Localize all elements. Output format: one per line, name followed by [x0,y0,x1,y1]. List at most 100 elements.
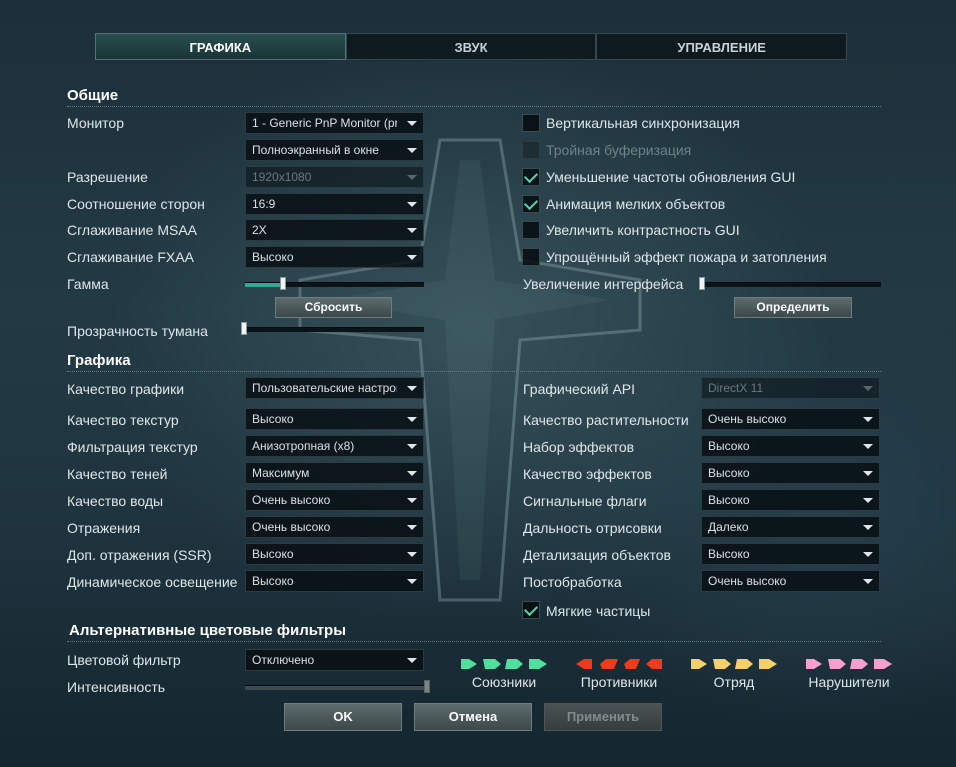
setting-dropdown[interactable]: DirectX 11 [701,377,880,399]
setting-label: Фильтрация текстур [67,439,198,455]
legend-item: Нарушители [794,658,904,690]
setting-dropdown[interactable]: Анизотропная (x8) [245,435,424,457]
intensity-slider-handle[interactable] [424,680,430,693]
chevron-down-icon [863,498,873,503]
section-divider [67,106,881,107]
setting-dropdown[interactable]: Очень высоко [245,489,424,511]
tab-graphics[interactable]: ГРАФИКА [95,33,346,60]
legend-item: Отряд [679,658,789,690]
apply-button[interactable]: Применить [544,703,662,731]
checkmark-icon [523,168,539,184]
setting-label: Динамическое освещение [67,574,238,590]
setting-label: Дальность отрисовки [523,520,662,536]
window-mode-value: Полноэкранный в окне [252,143,379,157]
gui-contrast-label: Увеличить контрастность GUI [546,222,740,238]
fxaa-label: Сглаживание FXAA [67,249,194,265]
fog-slider[interactable] [241,322,424,335]
detect-button[interactable]: Определить [734,297,852,318]
tab-controls[interactable]: УПРАВЛЕНИЕ [596,33,848,60]
resolution-label: Разрешение [67,169,148,185]
legend-label: Отряд [713,674,755,690]
setting-dropdown[interactable]: Пользовательские настройки [245,377,424,399]
soft-particles-checkbox[interactable] [522,601,540,619]
soft-particles-label: Мягкие частицы [546,603,651,619]
simplified-fire-checkbox[interactable] [522,248,540,266]
setting-dropdown[interactable]: Высоко [701,462,880,484]
color-filter-value: Отключено [252,653,315,667]
ship-markers-icon [691,659,777,669]
checkmark-icon [523,601,539,617]
gui-refresh-checkbox[interactable] [522,168,540,186]
chevron-down-icon [407,417,417,422]
fxaa-dropdown[interactable]: Высоко [245,246,424,268]
setting-value: Высоко [708,547,750,561]
setting-label: Качество воды [67,493,164,509]
resolution-dropdown[interactable]: 1920x1080 [245,166,424,188]
section-divider [67,641,881,642]
tab-sound[interactable]: ЗВУК [345,33,597,60]
setting-value: Высоко [708,466,750,480]
setting-label: Качество теней [67,466,168,482]
ui-scale-slider[interactable] [699,277,881,290]
reset-gamma-button[interactable]: Сбросить [275,297,392,318]
setting-label: Качество эффектов [523,466,652,482]
intensity-slider[interactable] [245,680,430,693]
setting-dropdown[interactable]: Высоко [701,435,880,457]
aspect-label: Соотношение сторон [67,196,205,212]
setting-value: Максимум [252,466,310,480]
cancel-button[interactable]: Отмена [414,703,532,731]
chevron-down-icon [863,386,873,391]
gamma-slider-handle[interactable] [280,277,286,290]
window-mode-dropdown[interactable]: Полноэкранный в окне [245,139,424,161]
setting-dropdown[interactable]: Высоко [245,570,424,592]
chevron-down-icon [407,552,417,557]
msaa-label: Сглаживание MSAA [67,222,198,238]
setting-value: Очень высоко [252,520,331,534]
setting-dropdown[interactable]: Высоко [701,543,880,565]
legend-item: Противники [564,658,674,690]
setting-dropdown[interactable]: Высоко [245,543,424,565]
setting-dropdown[interactable]: Высоко [245,408,424,430]
setting-dropdown[interactable]: Очень высоко [245,516,424,538]
section-graphics-title: Графика [67,352,131,369]
chevron-down-icon [407,658,417,663]
setting-value: Далеко [708,520,749,534]
small-objects-animation-checkbox[interactable] [522,195,540,213]
intensity-slider-fill [245,686,424,690]
triple-buffering-checkbox[interactable] [522,141,540,159]
section-filters-title: Альтернативные цветовые фильтры [69,622,347,639]
gui-contrast-checkbox[interactable] [522,221,540,239]
setting-dropdown[interactable]: Максимум [245,462,424,484]
setting-label: Графический API [523,381,636,397]
fog-label: Прозрачность тумана [67,323,208,339]
legend-label: Нарушители [808,674,890,690]
chevron-down-icon [863,471,873,476]
vsync-checkbox[interactable] [522,114,540,132]
setting-label: Качество растительности [523,412,689,428]
chevron-down-icon [407,148,417,153]
fog-slider-handle[interactable] [241,322,247,335]
setting-value: Очень высоко [252,493,331,507]
aspect-dropdown[interactable]: 16:9 [245,193,424,215]
setting-value: Высоко [708,439,750,453]
gamma-slider[interactable] [245,277,424,290]
setting-dropdown[interactable]: Далеко [701,516,880,538]
setting-dropdown[interactable]: Очень высоко [701,570,880,592]
settings-tabs: ГРАФИКА ЗВУК УПРАВЛЕНИЕ [95,33,848,60]
ok-button[interactable]: OK [284,703,402,731]
legend-label: Союзники [471,674,537,690]
chevron-down-icon [407,579,417,584]
triple-buffering-label: Тройная буферизация [546,142,692,158]
simplified-fire-label: Упрощённый эффект пожара и затопления [546,249,827,265]
setting-label: Отражения [67,520,141,536]
color-filter-dropdown[interactable]: Отключено [245,649,424,671]
msaa-dropdown[interactable]: 2X [245,219,424,241]
chevron-down-icon [863,417,873,422]
setting-value: Очень высоко [708,574,787,588]
msaa-value: 2X [252,223,267,237]
setting-dropdown[interactable]: Высоко [701,489,880,511]
monitor-dropdown[interactable]: 1 - Generic PnP Monitor (prim [245,112,424,134]
setting-dropdown[interactable]: Очень высоко [701,408,880,430]
chevron-down-icon [407,175,417,180]
ui-scale-slider-handle[interactable] [699,277,705,290]
